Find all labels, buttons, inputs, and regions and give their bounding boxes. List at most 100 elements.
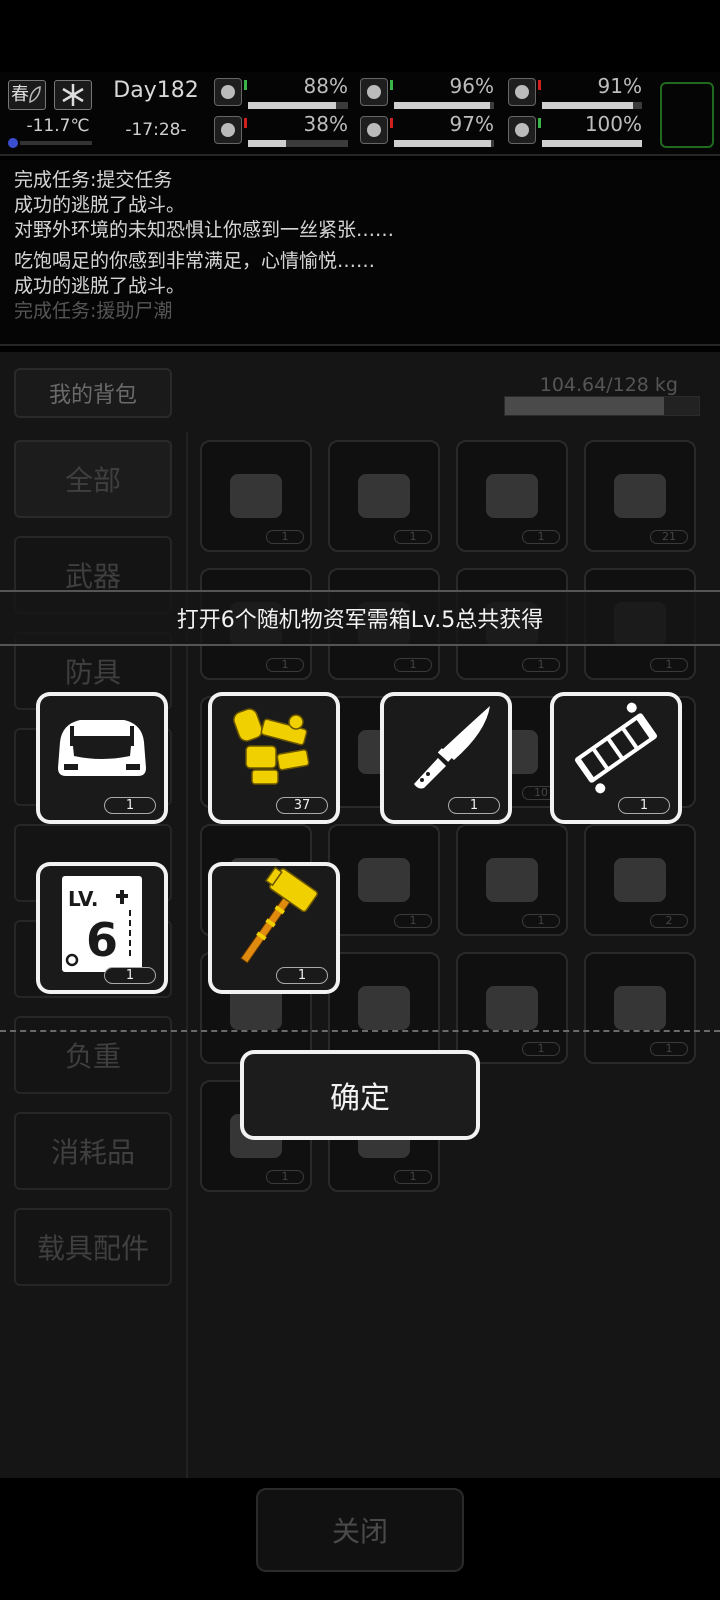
reward-title: 打开6个随机物资军需箱Lv.5总共获得 bbox=[0, 590, 720, 646]
shard-icon bbox=[480, 848, 544, 912]
inventory-slot[interactable]: 1 bbox=[456, 824, 568, 936]
inventory-slot[interactable]: 1 bbox=[328, 824, 440, 936]
towel-icon bbox=[352, 848, 416, 912]
rope-icon bbox=[608, 848, 672, 912]
skill-book-icon: LV. 6 bbox=[62, 876, 142, 972]
close-button[interactable]: 关闭 bbox=[256, 1488, 464, 1572]
item-count: 1 bbox=[394, 658, 432, 672]
stat-bar bbox=[248, 140, 348, 147]
inventory-slot[interactable]: 2 bbox=[584, 824, 696, 936]
stat-value: 88% bbox=[303, 74, 348, 98]
moon-icon bbox=[8, 138, 18, 148]
inventory-slot[interactable]: 1 bbox=[328, 440, 440, 552]
weight-bar bbox=[504, 396, 700, 416]
trend-up-icon bbox=[244, 80, 247, 90]
reward-item[interactable]: 1 bbox=[36, 692, 168, 824]
daylight-bar bbox=[8, 138, 94, 148]
reward-count: 1 bbox=[618, 797, 670, 814]
item-count: 21 bbox=[650, 530, 688, 544]
stat-stamina: 38% bbox=[214, 112, 350, 148]
stat-hunger: 96% bbox=[360, 74, 496, 110]
trend-down-icon bbox=[538, 80, 541, 90]
stat-bar bbox=[394, 102, 494, 109]
season-label: 春 bbox=[11, 84, 29, 105]
leaf-icon bbox=[29, 86, 41, 104]
inventory-slot[interactable]: 1 bbox=[584, 952, 696, 1064]
trend-up-icon bbox=[538, 118, 541, 128]
stat-bar bbox=[542, 140, 642, 147]
log-line: 吃饱喝足的你感到非常满足，心情愉悦…… bbox=[14, 250, 376, 272]
category-consumables[interactable]: 消耗品 bbox=[14, 1112, 172, 1190]
stat-mood: 100% bbox=[508, 112, 644, 148]
item-count: 1 bbox=[266, 1170, 304, 1184]
inventory-slot[interactable]: 1 bbox=[456, 440, 568, 552]
item-count: 1 bbox=[650, 1042, 688, 1056]
category-all[interactable]: 全部 bbox=[14, 440, 172, 518]
log-line: 成功的逃脱了战斗。 bbox=[14, 194, 186, 216]
inventory-slot[interactable]: 1 bbox=[456, 952, 568, 1064]
item-count: 1 bbox=[394, 1170, 432, 1184]
minigun-icon bbox=[480, 464, 544, 528]
sledgehammer-icon bbox=[240, 866, 318, 964]
reward-item[interactable]: 1 bbox=[380, 692, 512, 824]
item-count: 1 bbox=[522, 658, 560, 672]
stat-armor: 91% bbox=[508, 74, 644, 110]
category-vehicle-parts[interactable]: 载具配件 bbox=[14, 1208, 172, 1286]
stat-value: 100% bbox=[584, 112, 642, 136]
confirm-button-label: 确定 bbox=[244, 1054, 476, 1136]
inventory-slot[interactable]: 21 bbox=[584, 440, 696, 552]
stat-bar bbox=[394, 140, 494, 147]
trend-down-icon bbox=[390, 118, 393, 128]
reward-item[interactable]: 1 bbox=[208, 862, 340, 994]
reward-item[interactable]: LV. 6 1 bbox=[36, 862, 168, 994]
confirm-button[interactable]: 确定 bbox=[240, 1050, 480, 1140]
reward-item[interactable]: 37 bbox=[208, 692, 340, 824]
sniper-rifle-icon bbox=[352, 464, 416, 528]
message-log: 完成任务:提交任务 成功的逃脱了战斗。 对野外环境的未知恐惧让你感到一丝紧张……… bbox=[0, 160, 720, 346]
stat-value: 96% bbox=[449, 74, 494, 98]
boot-icon bbox=[214, 116, 242, 144]
snowflake-icon bbox=[62, 84, 84, 106]
inventory-slot[interactable]: 1 bbox=[200, 440, 312, 552]
item-count: 1 bbox=[650, 658, 688, 672]
stat-bar bbox=[542, 102, 642, 109]
quick-slot[interactable] bbox=[660, 82, 714, 148]
heart-icon bbox=[508, 116, 536, 144]
log-line: 成功的逃脱了战斗。 bbox=[14, 275, 186, 297]
log-line: 完成任务:提交任务 bbox=[14, 169, 173, 191]
engine-parts-icon bbox=[233, 708, 310, 785]
season-indicator: 春 bbox=[8, 80, 46, 110]
medkit-icon bbox=[214, 78, 242, 106]
trend-up-icon bbox=[390, 80, 393, 90]
backpack-tab[interactable]: 我的背包 bbox=[14, 368, 172, 418]
item-count: 1 bbox=[522, 914, 560, 928]
reward-count: 37 bbox=[276, 797, 328, 814]
item-count: 1 bbox=[522, 1042, 560, 1056]
item-count: 1 bbox=[266, 530, 304, 544]
stomach-icon bbox=[360, 78, 388, 106]
trend-down-icon bbox=[244, 118, 247, 128]
temperature: -11.7℃ bbox=[26, 116, 90, 136]
item-count: 1 bbox=[394, 530, 432, 544]
stat-thirst: 97% bbox=[360, 112, 496, 148]
stat-bar bbox=[248, 102, 348, 109]
stat-value: 38% bbox=[303, 112, 348, 136]
gear-part-icon bbox=[572, 702, 660, 794]
log-line: 完成任务:援助尸潮 bbox=[14, 300, 173, 322]
item-count: 1 bbox=[394, 914, 432, 928]
divider bbox=[0, 1030, 720, 1032]
reward-item[interactable]: 1 bbox=[550, 692, 682, 824]
reward-count: 1 bbox=[104, 797, 156, 814]
net-helmet-icon bbox=[608, 464, 672, 528]
reward-count: 1 bbox=[276, 967, 328, 984]
reward-count: 1 bbox=[448, 797, 500, 814]
game-clock: -17:28- bbox=[125, 120, 187, 140]
item-count: 2 bbox=[650, 914, 688, 928]
water-drop-icon bbox=[360, 116, 388, 144]
item-count: 1 bbox=[522, 530, 560, 544]
item-count: 1 bbox=[266, 658, 304, 672]
status-bar: 春 -11.7℃ Day182 -17:28- 88% 96% 91% 38% 97% 1… bbox=[0, 72, 720, 156]
inventory-slot[interactable] bbox=[328, 952, 440, 1064]
category-load[interactable]: 负重 bbox=[14, 1016, 172, 1094]
day-counter: Day182 bbox=[113, 78, 199, 103]
